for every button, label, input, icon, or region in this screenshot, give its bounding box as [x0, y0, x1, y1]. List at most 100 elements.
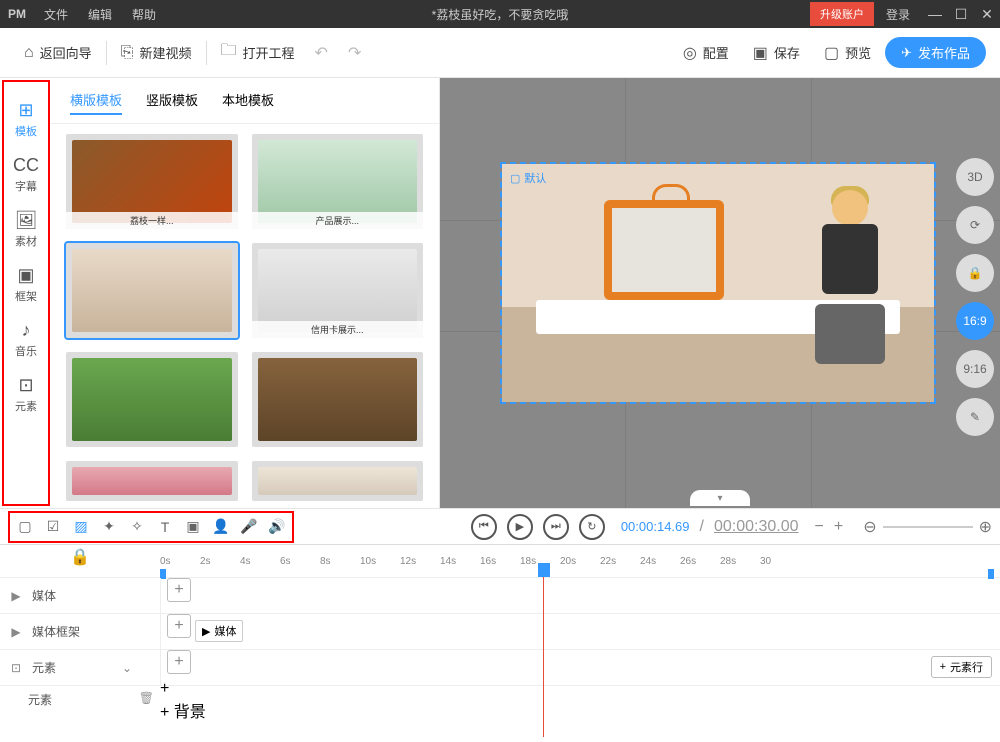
- lock-button[interactable]: 🔒: [956, 254, 994, 292]
- plus-icon: ⎘: [121, 44, 134, 62]
- send-icon: ✈: [901, 45, 912, 61]
- tab-horizontal[interactable]: 横版模板: [70, 90, 122, 115]
- sidebar-item-template[interactable]: ⊞模板: [4, 92, 48, 147]
- upgrade-button[interactable]: 升级账户: [810, 2, 874, 26]
- tool-spark-icon[interactable]: ✦: [98, 516, 120, 538]
- sidebar-item-element[interactable]: ⊡元素: [4, 367, 48, 422]
- tv-graphic: [604, 200, 724, 300]
- new-video-button[interactable]: ⎘新建视频: [111, 43, 202, 62]
- track-element-sub: 元素🗑 + + 背景: [0, 685, 1000, 713]
- template-panel: 横版模板 竖版模板 本地模板 荔枝一样... 产品展示... 信用卡展示...: [50, 78, 440, 508]
- tool-frame-icon[interactable]: ▣: [182, 516, 204, 538]
- save-button[interactable]: ▣保存: [743, 43, 810, 63]
- dropdown-icon[interactable]: ⌄: [122, 661, 132, 675]
- zoom-in-button[interactable]: ⊕: [979, 517, 992, 537]
- back-to-wizard-button[interactable]: ⌂返回向导: [14, 43, 102, 62]
- template-icon: ⊞: [18, 100, 33, 121]
- add-media-button[interactable]: +: [167, 578, 191, 602]
- track-media-frame: ▶媒体框架 + ▶媒体: [0, 613, 1000, 649]
- add-sub-element-button[interactable]: +: [160, 680, 1000, 698]
- sidebar-item-frame[interactable]: ▣框架: [4, 257, 48, 312]
- tool-check-icon[interactable]: ☑: [42, 516, 64, 538]
- aspect-16-9-button[interactable]: 16:9: [956, 302, 994, 340]
- duration-time[interactable]: 00:00:30.00: [714, 518, 799, 536]
- play-icon: ▶: [8, 625, 24, 639]
- tool-box-icon[interactable]: ▢: [14, 516, 36, 538]
- tool-star-icon[interactable]: ✧: [126, 516, 148, 538]
- template-item[interactable]: 荔枝一样...: [66, 134, 238, 229]
- template-item[interactable]: 产品展示...: [252, 134, 424, 229]
- tool-slash-icon[interactable]: ▨: [70, 516, 92, 538]
- menu-file[interactable]: 文件: [34, 6, 78, 23]
- tab-local[interactable]: 本地模板: [222, 90, 274, 115]
- aspect-9-16-button[interactable]: 9:16: [956, 350, 994, 388]
- canvas-selection[interactable]: ▢ 默认: [502, 164, 934, 402]
- play-icon: ▶: [202, 625, 210, 638]
- redo-button[interactable]: ↷: [338, 43, 371, 63]
- template-item[interactable]: 信用卡展示...: [252, 243, 424, 338]
- tool-mic-icon[interactable]: 🎤: [238, 516, 260, 538]
- play-button[interactable]: ▶: [507, 514, 533, 540]
- time-plus-button[interactable]: +: [834, 518, 843, 536]
- app-logo: PM: [0, 7, 34, 21]
- home-icon: ⌂: [24, 44, 34, 62]
- 3d-button[interactable]: 3D: [956, 158, 994, 196]
- publish-button[interactable]: ✈发布作品: [885, 37, 986, 68]
- config-button[interactable]: ◎配置: [673, 43, 739, 63]
- sidebar-item-material[interactable]: 🖼素材: [4, 202, 48, 257]
- add-frame-button[interactable]: +: [167, 614, 191, 638]
- template-item-selected[interactable]: [66, 243, 238, 338]
- open-project-button[interactable]: 🗀打开工程: [211, 39, 305, 66]
- edit-button[interactable]: ✎: [956, 398, 994, 436]
- timeline-ruler[interactable]: 0s2s4s6s8s10s12s14s16s18s20s22s24s26s28s…: [160, 556, 1000, 567]
- tool-person-icon[interactable]: 👤: [210, 516, 232, 538]
- rotate-button[interactable]: ⟳: [956, 206, 994, 244]
- gear-icon: ◎: [683, 43, 697, 63]
- minimize-button[interactable]: —: [922, 6, 948, 22]
- zoom-slider[interactable]: [883, 526, 973, 528]
- bottom-toolrow: ▢ ☑ ▨ ✦ ✧ T ▣ 👤 🎤 🔊 ⏮ ▶ ⏭ ↻ 00:00:14.69 …: [0, 508, 1000, 544]
- lock-icon[interactable]: 🔒: [70, 547, 90, 567]
- undo-button[interactable]: ↶: [305, 43, 338, 63]
- maximize-button[interactable]: ☐: [948, 6, 974, 23]
- loop-button[interactable]: ↻: [579, 514, 605, 540]
- login-button[interactable]: 登录: [874, 6, 922, 23]
- template-item[interactable]: [252, 461, 424, 501]
- template-item[interactable]: [66, 461, 238, 501]
- add-element-row-button[interactable]: + 元素行: [931, 656, 992, 678]
- zoom-out-button[interactable]: ⊖: [863, 517, 876, 537]
- template-item[interactable]: [66, 352, 238, 447]
- document-title: *荔枝虽好吃，不要贪吃哦: [432, 6, 569, 23]
- preview-canvas[interactable]: ▢ 默认 ▾ 3D ⟳ 🔒 16:9 9:16 ✎: [440, 78, 1000, 508]
- sidebar-item-music[interactable]: ♪音乐: [4, 312, 48, 367]
- titlebar: PM 文件 编辑 帮助 *荔枝虽好吃，不要贪吃哦 升级账户 登录 — ☐ ✕: [0, 0, 1000, 28]
- play-icon: ▶: [8, 589, 24, 603]
- collapse-handle[interactable]: ▾: [690, 490, 750, 506]
- next-button[interactable]: ⏭: [543, 514, 569, 540]
- main-toolbar: ⌂返回向导 ⎘新建视频 🗀打开工程 ↶ ↷ ◎配置 ▣保存 ▢预览 ✈发布作品: [0, 28, 1000, 78]
- tool-speaker-icon[interactable]: 🔊: [266, 516, 288, 538]
- left-sidebar: ⊞模板 CC字幕 🖼素材 ▣框架 ♪音乐 ⊡元素: [2, 80, 50, 506]
- menu-help[interactable]: 帮助: [122, 6, 166, 23]
- music-icon: ♪: [22, 320, 31, 341]
- close-button[interactable]: ✕: [974, 6, 1000, 23]
- tab-vertical[interactable]: 竖版模板: [146, 90, 198, 115]
- preview-button[interactable]: ▢预览: [814, 43, 881, 63]
- time-minus-button[interactable]: −: [815, 518, 824, 536]
- add-background-button[interactable]: + 背景: [160, 698, 1000, 722]
- template-item[interactable]: [252, 352, 424, 447]
- frame-clip[interactable]: ▶媒体: [195, 620, 243, 642]
- delete-icon[interactable]: 🗑: [139, 691, 154, 705]
- tool-text-icon[interactable]: T: [154, 516, 176, 538]
- add-element-button[interactable]: +: [167, 650, 191, 674]
- character-graphic: [790, 184, 900, 384]
- camera-icon: ▢: [510, 172, 520, 185]
- timeline: 🔒 0s2s4s6s8s10s12s14s16s18s20s22s24s26s2…: [0, 544, 1000, 713]
- frame-icon: ▣: [17, 265, 34, 286]
- canvas-label: 默认: [524, 170, 546, 186]
- elements-icon: ⊡: [8, 661, 24, 675]
- prev-button[interactable]: ⏮: [471, 514, 497, 540]
- current-time: 00:00:14.69: [621, 519, 690, 534]
- sidebar-item-subtitle[interactable]: CC字幕: [4, 147, 48, 202]
- menu-edit[interactable]: 编辑: [78, 6, 122, 23]
